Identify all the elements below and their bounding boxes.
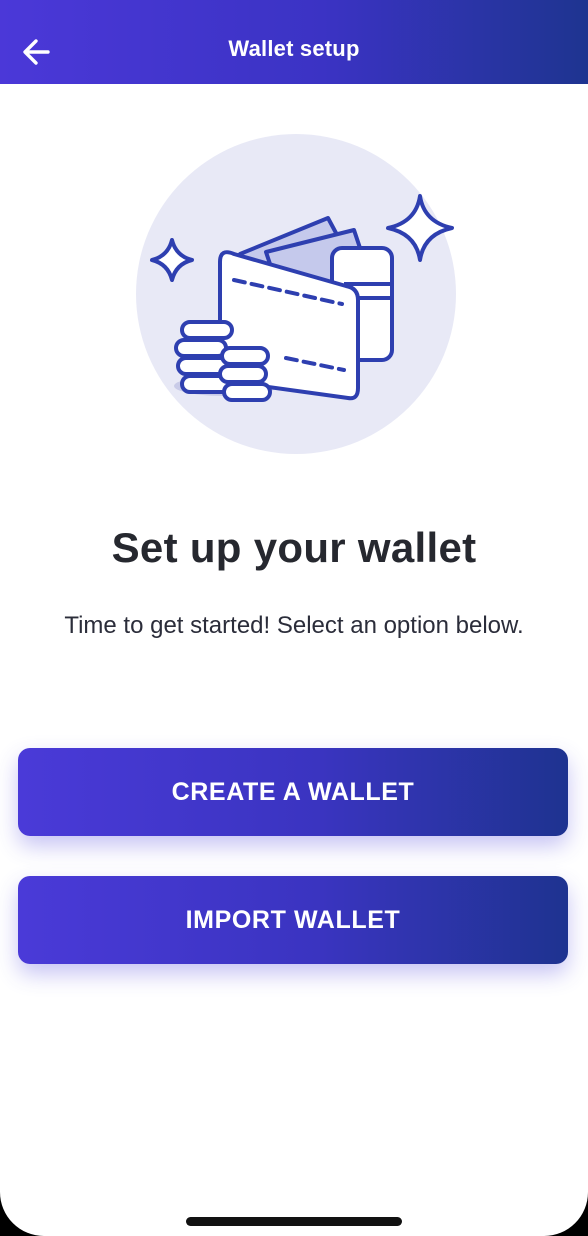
wallet-setup-screen: Wallet setup Set up your wallet Time to … — [0, 0, 588, 1236]
create-wallet-button[interactable]: CREATE A WALLET — [18, 748, 568, 836]
page-title: Set up your wallet — [111, 524, 477, 571]
wallet-illustration — [136, 134, 456, 454]
home-indicator — [186, 1217, 402, 1226]
top-app-bar: Wallet setup — [0, 0, 588, 84]
header-title: Wallet setup — [228, 36, 360, 61]
import-wallet-button[interactable]: IMPORT WALLET — [18, 876, 568, 964]
page-subtitle: Time to get started! Select an option be… — [64, 612, 524, 639]
